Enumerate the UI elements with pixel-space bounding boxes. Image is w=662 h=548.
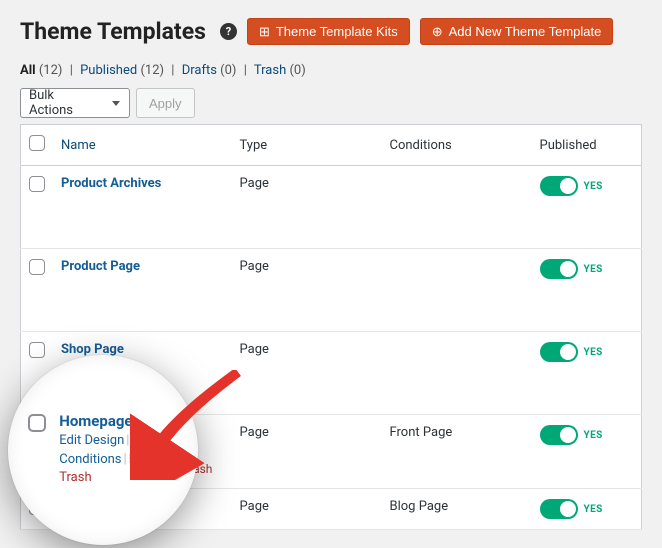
row-conditions: Front Page	[382, 415, 532, 489]
bulk-select-label: Bulk Actions	[29, 88, 101, 118]
row-type: Page	[232, 489, 382, 530]
row-type: Page	[232, 249, 382, 332]
table-row: Product Page Page YES	[21, 249, 642, 332]
plus-circle-icon: ⊕	[432, 25, 443, 38]
row-conditions	[382, 249, 532, 332]
toggle-label: YES	[584, 430, 603, 441]
table-row: Product Archives Page YES	[21, 166, 642, 249]
row-checkbox[interactable]	[29, 259, 45, 275]
published-toggle[interactable]	[540, 342, 578, 362]
select-all-checkbox[interactable]	[29, 135, 45, 151]
filter-published-count: (12)	[140, 63, 164, 78]
kits-button-label: Theme Template Kits	[276, 24, 398, 39]
row-conditions: Blog Page	[382, 489, 532, 530]
col-name[interactable]: Name	[61, 138, 96, 153]
published-toggle[interactable]	[540, 259, 578, 279]
theme-template-kits-button[interactable]: ⊞ Theme Template Kits	[247, 18, 410, 45]
page-title: Theme Templates	[20, 18, 206, 45]
apply-button[interactable]: Apply	[136, 88, 195, 118]
row-type: Page	[232, 166, 382, 249]
grid-icon: ⊞	[259, 25, 270, 38]
toggle-label: YES	[584, 504, 603, 515]
row-checkbox[interactable]	[29, 342, 45, 358]
lens-actions: Edit Design|Edit Conditions|Duplica Tras…	[59, 432, 169, 489]
lens-checkbox	[28, 414, 46, 432]
filter-trash-count: (0)	[289, 63, 305, 78]
row-conditions	[382, 166, 532, 249]
status-filters: All (12) | Published (12) | Drafts (0) |…	[20, 63, 642, 78]
row-type: Page	[232, 415, 382, 489]
col-type: Type	[232, 125, 382, 166]
add-button-label: Add New Theme Template	[449, 24, 602, 39]
published-toggle[interactable]	[540, 499, 578, 519]
filter-published[interactable]: Published	[80, 63, 137, 78]
row-title-link[interactable]: Product Archives	[61, 176, 161, 191]
row-conditions	[382, 332, 532, 415]
published-toggle[interactable]	[540, 425, 578, 445]
filter-all[interactable]: All	[20, 63, 36, 78]
toggle-label: YES	[584, 181, 603, 192]
filter-drafts[interactable]: Drafts	[182, 63, 217, 78]
row-checkbox[interactable]	[29, 176, 45, 192]
filter-all-count: (12)	[39, 63, 63, 78]
col-conditions: Conditions	[382, 125, 532, 166]
row-title-link[interactable]: Product Page	[61, 259, 140, 274]
magnifier-lens: Homepage Edit Design|Edit Conditions|Dup…	[8, 355, 198, 545]
published-toggle[interactable]	[540, 176, 578, 196]
toggle-label: YES	[584, 264, 603, 275]
bulk-actions-select[interactable]: Bulk Actions	[20, 88, 130, 118]
toggle-label: YES	[584, 347, 603, 358]
filter-drafts-count: (0)	[220, 63, 236, 78]
help-icon[interactable]: ?	[220, 23, 237, 40]
filter-trash[interactable]: Trash	[254, 63, 286, 78]
add-new-theme-template-button[interactable]: ⊕ Add New Theme Template	[420, 18, 614, 45]
row-type: Page	[232, 332, 382, 415]
col-published: Published	[532, 125, 642, 166]
lens-title: Homepage	[59, 412, 132, 430]
